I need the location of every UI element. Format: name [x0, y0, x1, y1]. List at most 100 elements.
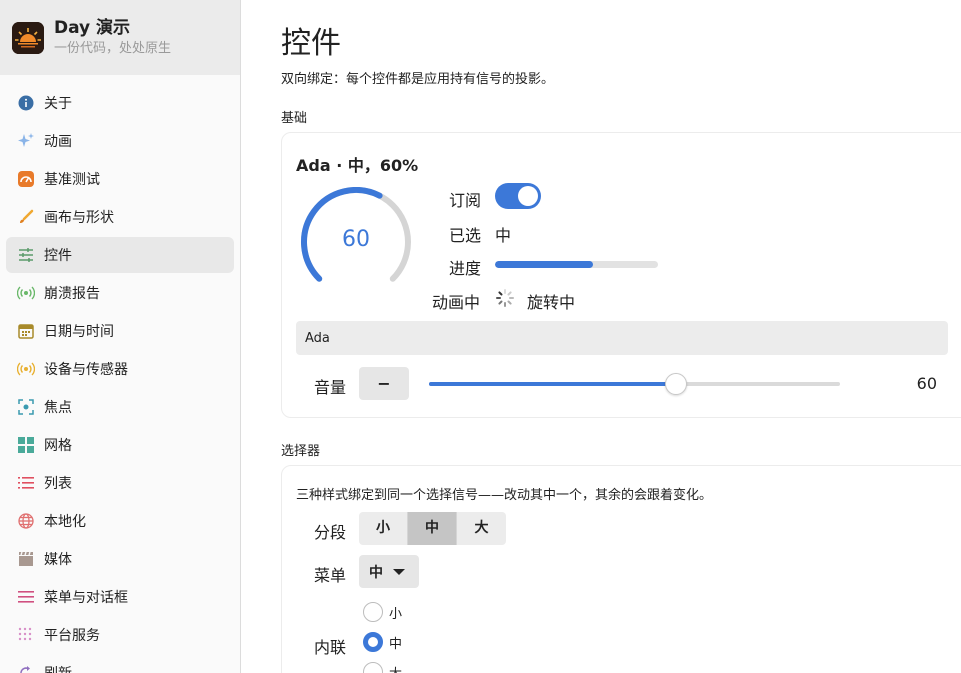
grid-icon [17, 436, 35, 454]
sidebar-item-label: 日期与时间 [44, 324, 114, 340]
focus-icon [17, 398, 35, 416]
section-label-pickers: 选择器 [281, 444, 321, 459]
slider-fill [429, 382, 676, 386]
app-subtitle: 一份代码，处处原生 [54, 40, 172, 56]
sidebar-item[interactable]: 刷新 [6, 655, 234, 673]
volume-label: 音量 [314, 378, 347, 397]
menu-value: 中 [369, 564, 383, 581]
segment-option[interactable]: 大 [457, 512, 506, 545]
section-label-basics: 基础 [281, 111, 308, 126]
volume-slider[interactable] [429, 373, 840, 395]
sidebar-item-label: 菜单与对话框 [44, 590, 128, 606]
page-subtitle: 双向绑定：每个控件都是应用持有信号的投影。 [281, 72, 555, 87]
sensor-icon [17, 360, 35, 378]
sidebar-item-label: 动画 [44, 134, 72, 150]
sliders-icon [17, 246, 35, 264]
sidebar-item[interactable]: 设备与传感器 [6, 351, 234, 387]
main-content: 控件 双向绑定：每个控件都是应用持有信号的投影。 基础 Ada · 中，60% … [241, 0, 961, 673]
sidebar-item-label: 本地化 [44, 514, 86, 530]
segment-option[interactable]: 小 [359, 512, 408, 545]
app-logo-icon [12, 21, 44, 54]
animating-value: 旋转中 [527, 293, 576, 312]
sidebar-item-label: 画布与形状 [44, 210, 114, 226]
chevron-down-icon [393, 568, 405, 575]
speedometer-icon [17, 170, 35, 188]
progress-bar [495, 261, 658, 268]
segmented-control: 小中大 [359, 512, 506, 545]
radio-option[interactable]: 大 [363, 662, 402, 673]
sidebar-item[interactable]: 列表 [6, 465, 234, 501]
card-title: Ada · 中，60% [296, 156, 419, 175]
sidebar-item[interactable]: 网格 [6, 427, 234, 463]
menu-dropdown[interactable]: 中 [359, 555, 419, 588]
volume-decrease-button[interactable]: − [359, 367, 409, 400]
volume-value: 60 [916, 374, 937, 393]
app-title: Day 演示 [54, 17, 131, 38]
inline-label: 内联 [314, 638, 347, 657]
sidebar-item[interactable]: 动画 [6, 123, 234, 159]
sidebar-item-label: 控件 [44, 248, 72, 264]
radio-button[interactable] [363, 602, 383, 622]
sidebar-item[interactable]: 基准测试 [6, 161, 234, 197]
sidebar-item[interactable]: 平台服务 [6, 617, 234, 653]
broadcast-icon [17, 284, 35, 302]
refresh-icon [17, 664, 35, 673]
sidebar-item[interactable]: 菜单与对话框 [6, 579, 234, 615]
sidebar: Day 演示 一份代码，处处原生 关于动画基准测试画布与形状控件崩溃报告日期与时… [0, 0, 241, 673]
pickers-description: 三种样式绑定到同一个选择信号——改动其中一个，其余的会跟着变化。 [296, 488, 713, 503]
toggle-knob [518, 186, 538, 206]
sidebar-item[interactable]: 崩溃报告 [6, 275, 234, 311]
dots-grid-icon [17, 626, 35, 644]
page-title: 控件 [281, 26, 341, 61]
sidebar-item-label: 基准测试 [44, 172, 100, 188]
calendar-icon [17, 322, 35, 340]
radio-option[interactable]: 中 [363, 632, 402, 652]
basics-card: Ada · 中，60% 60 订阅 已选 中 进度 动画中 旋转中 Ada 音量… [281, 132, 961, 418]
radio-button[interactable] [363, 632, 383, 652]
sidebar-item[interactable]: 媒体 [6, 541, 234, 577]
list-icon [17, 474, 35, 492]
sidebar-item[interactable]: 画布与形状 [6, 199, 234, 235]
sidebar-item-label: 网格 [44, 438, 72, 454]
progress-fill [495, 261, 593, 268]
sidebar-item-label: 平台服务 [44, 628, 100, 644]
sidebar-item-label: 设备与传感器 [44, 362, 128, 378]
radio-button[interactable] [363, 662, 383, 673]
brand-header: Day 演示 一份代码，处处原生 [0, 0, 240, 75]
subscribe-label: 订阅 [449, 191, 482, 210]
slider-thumb[interactable] [664, 373, 687, 395]
sidebar-item-label: 媒体 [44, 552, 72, 568]
info-icon [17, 94, 35, 112]
globe-icon [17, 512, 35, 530]
segment-option[interactable]: 中 [408, 512, 457, 545]
selected-label: 已选 [449, 226, 482, 245]
sidebar-item[interactable]: 关于 [6, 85, 234, 121]
radio-label: 小 [389, 606, 403, 622]
clapper-icon [17, 550, 35, 568]
subscribe-toggle[interactable] [495, 183, 541, 209]
sidebar-item-label: 崩溃报告 [44, 286, 100, 302]
progress-label: 进度 [449, 259, 482, 278]
segment-label: 分段 [314, 523, 347, 542]
radio-label: 中 [389, 636, 403, 652]
spinner-icon [495, 288, 515, 308]
menu-icon [17, 588, 35, 606]
sidebar-item[interactable]: 日期与时间 [6, 313, 234, 349]
sidebar-item[interactable]: 焦点 [6, 389, 234, 425]
sidebar-item-label: 刷新 [44, 663, 72, 673]
sidebar-item-label: 关于 [44, 96, 72, 112]
sidebar-item-label: 焦点 [44, 400, 72, 416]
sparkles-icon [17, 132, 35, 150]
sidebar-item[interactable]: 控件 [6, 237, 234, 273]
animating-label: 动画中 [432, 293, 481, 312]
radio-option[interactable]: 小 [363, 602, 402, 622]
gauge: 60 [296, 187, 416, 297]
name-field[interactable] [296, 321, 948, 355]
gauge-value: 60 [342, 227, 370, 252]
pickers-card: 三种样式绑定到同一个选择信号——改动其中一个，其余的会跟着变化。 分段 小中大 … [281, 465, 961, 673]
radio-label: 大 [389, 663, 402, 673]
sidebar-nav: 关于动画基准测试画布与形状控件崩溃报告日期与时间设备与传感器 焦点网格列表本地化媒… [0, 75, 240, 673]
brush-icon [17, 208, 35, 226]
sidebar-item-label: 列表 [44, 476, 72, 492]
sidebar-item[interactable]: 本地化 [6, 503, 234, 539]
